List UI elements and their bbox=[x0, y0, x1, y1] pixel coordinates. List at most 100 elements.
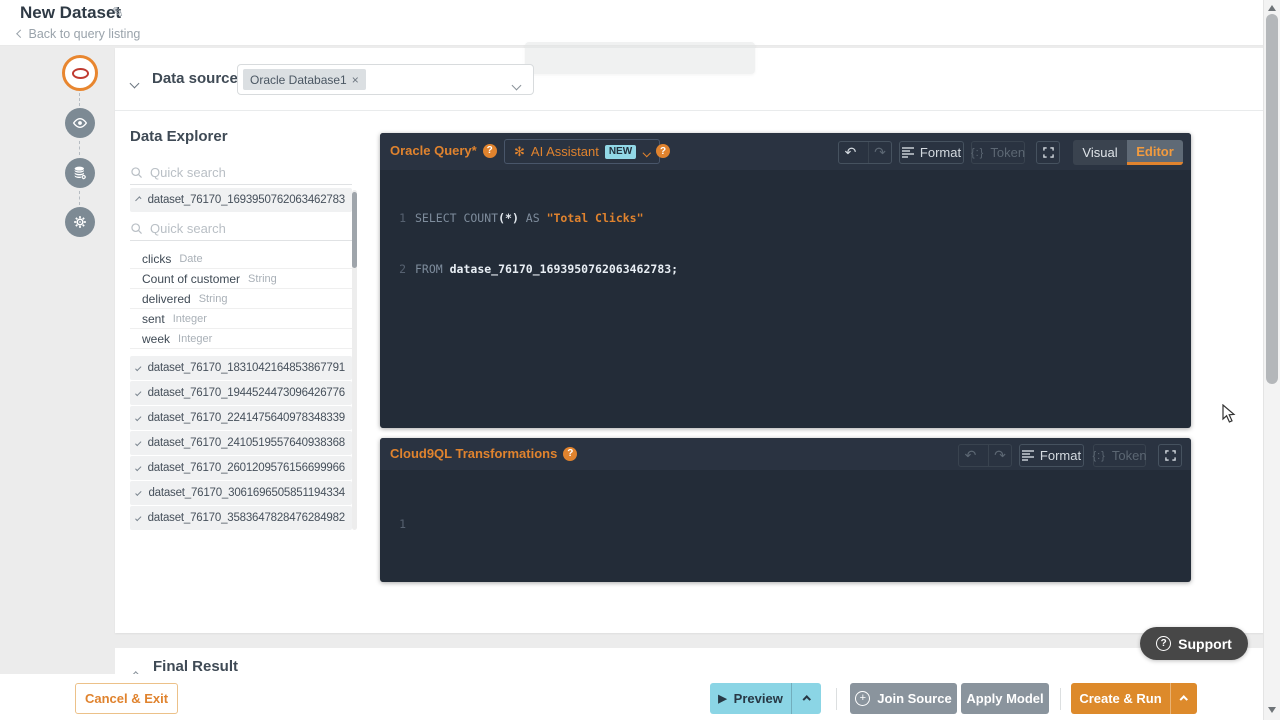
data-source-dropdown[interactable]: Oracle Database1 × bbox=[237, 64, 534, 95]
c9ql-editor[interactable]: 1 bbox=[380, 482, 1191, 567]
tab-editor[interactable]: Editor bbox=[1127, 140, 1183, 165]
dataset-item-expanded[interactable]: dataset_76170_1693950762063462783 bbox=[130, 188, 352, 212]
dataset-item-collapsed[interactable]: dataset_76170_3061696505851194334 bbox=[130, 481, 352, 505]
support-label: Support bbox=[1178, 636, 1232, 652]
new-badge: NEW bbox=[605, 145, 636, 159]
field-row[interactable]: Count of customer String bbox=[130, 269, 352, 289]
help-icon[interactable]: ? bbox=[563, 447, 577, 461]
back-to-query-listing-link[interactable]: Back to query listing bbox=[18, 27, 140, 41]
chevron-down-icon bbox=[135, 465, 141, 471]
dataset-name: dataset_76170_3061696505851194334 bbox=[148, 487, 345, 499]
footer-bar: Cancel & Exit ▶ Preview + Join Source Ap… bbox=[0, 674, 1280, 720]
sql-editor[interactable]: 1 SELECT COUNT(*) AS "Total Clicks" 2 FR… bbox=[380, 176, 1191, 312]
database-settings-icon bbox=[72, 165, 88, 181]
step-transform-icon[interactable] bbox=[65, 158, 95, 188]
dataset-item-collapsed[interactable]: dataset_76170_1831042164853867791 bbox=[130, 356, 352, 380]
create-run-options-button[interactable] bbox=[1170, 683, 1197, 714]
field-name: delivered bbox=[142, 292, 191, 306]
dataset-item-collapsed[interactable]: dataset_76170_2241475640978348339 bbox=[130, 406, 352, 430]
chevron-up-icon bbox=[803, 696, 811, 704]
dataset-name: dataset_76170_2241475640978348339 bbox=[148, 412, 345, 424]
apply-model-button[interactable]: Apply Model bbox=[961, 683, 1049, 714]
join-source-label: Join Source bbox=[877, 691, 951, 706]
sql-line: 2 FROM datase_76170_1693950762063462783; bbox=[380, 261, 1191, 278]
data-source-label: Data source bbox=[152, 70, 238, 87]
scrollbar-up-arrow[interactable] bbox=[1268, 5, 1276, 11]
format-lines-icon bbox=[902, 147, 914, 158]
format-button[interactable]: Format bbox=[1019, 444, 1084, 467]
chevron-down-icon bbox=[644, 143, 650, 161]
field-name: clicks bbox=[142, 252, 171, 266]
cloud9ql-title: Cloud9QL Transformations ? bbox=[390, 446, 577, 461]
cancel-exit-button[interactable]: Cancel & Exit bbox=[75, 683, 178, 714]
dataset-item-collapsed[interactable]: dataset_76170_3583647828476284982 bbox=[130, 506, 352, 530]
chevron-up-icon bbox=[1180, 696, 1188, 704]
token-button: {:} Token bbox=[1093, 444, 1146, 467]
token-button: {:} Token bbox=[971, 141, 1025, 164]
field-row[interactable]: clicks Date bbox=[130, 249, 352, 269]
data-source-chip[interactable]: Oracle Database1 × bbox=[243, 69, 366, 90]
scrollbar-down-arrow[interactable] bbox=[1268, 707, 1276, 713]
edit-title-icon[interactable]: ✎ bbox=[112, 4, 124, 21]
stepper-connector bbox=[79, 93, 80, 106]
scrollbar-thumb[interactable] bbox=[1266, 14, 1278, 384]
step-datasource-oracle-icon[interactable] bbox=[62, 55, 98, 91]
tab-visual[interactable]: Visual bbox=[1073, 140, 1127, 165]
back-link-label: Back to query listing bbox=[29, 27, 141, 41]
dataset-name: dataset_76170_2410519557640938368 bbox=[148, 437, 345, 449]
step-preview-icon[interactable] bbox=[65, 108, 95, 138]
field-row[interactable]: sent Integer bbox=[130, 309, 352, 329]
help-icon[interactable]: ? bbox=[483, 144, 497, 158]
preview-label: Preview bbox=[734, 691, 783, 706]
chip-remove-icon[interactable]: × bbox=[352, 73, 359, 87]
gear-icon bbox=[72, 214, 88, 230]
dataset-name: dataset_76170_3583647828476284982 bbox=[148, 512, 345, 524]
dataset-item-collapsed[interactable]: dataset_76170_2410519557640938368 bbox=[130, 431, 352, 455]
oracle-query-title: Oracle Query* ? bbox=[390, 143, 497, 158]
preview-options-button[interactable] bbox=[791, 683, 821, 714]
data-source-chip-label: Oracle Database1 bbox=[250, 73, 347, 87]
tree-scrollbar-thumb[interactable] bbox=[352, 192, 357, 268]
footer-divider bbox=[836, 688, 837, 710]
redo-button: ↷ bbox=[868, 142, 891, 163]
openai-icon: ✻ bbox=[514, 144, 525, 160]
chevron-down-icon bbox=[136, 490, 142, 496]
support-button[interactable]: ? Support bbox=[1140, 627, 1248, 660]
chevron-down-icon bbox=[135, 440, 141, 446]
token-label: Token bbox=[990, 145, 1025, 160]
line-number: 2 bbox=[390, 261, 406, 278]
help-icon[interactable]: ? bbox=[656, 144, 670, 158]
undo-button[interactable]: ↶ bbox=[839, 142, 862, 163]
format-button[interactable]: Format bbox=[899, 141, 964, 164]
tree-scrollbar-track[interactable] bbox=[352, 190, 357, 530]
field-name: week bbox=[142, 332, 170, 346]
dataset-field-search bbox=[130, 217, 352, 241]
token-label: Token bbox=[1112, 448, 1147, 463]
create-run-button[interactable]: Create & Run bbox=[1071, 683, 1170, 714]
apply-model-label: Apply Model bbox=[966, 691, 1043, 706]
step-settings-icon[interactable] bbox=[65, 207, 95, 237]
dataset-item-collapsed[interactable]: dataset_76170_1944524473096426776 bbox=[130, 381, 352, 405]
field-row[interactable]: delivered String bbox=[130, 289, 352, 309]
dataset-item-collapsed[interactable]: dataset_76170_2601209576156699966 bbox=[130, 456, 352, 480]
format-label: Format bbox=[920, 145, 961, 160]
undo-button: ↶ bbox=[959, 445, 982, 466]
dataset-tree: dataset_76170_1693950762063462783 clicks… bbox=[130, 188, 352, 531]
expand-button[interactable] bbox=[1158, 444, 1182, 467]
page-scrollbar[interactable] bbox=[1263, 0, 1280, 720]
data-source-collapse-icon[interactable] bbox=[131, 74, 138, 92]
search-icon bbox=[130, 166, 143, 179]
dataset-field-search-input[interactable] bbox=[150, 221, 330, 236]
final-result-label: Final Result bbox=[153, 658, 238, 675]
expand-button[interactable] bbox=[1036, 141, 1060, 164]
search-icon bbox=[130, 222, 143, 235]
dataset-name: dataset_76170_1693950762063462783 bbox=[148, 194, 345, 206]
preview-button[interactable]: ▶ Preview bbox=[710, 683, 791, 714]
ai-assistant-button[interactable]: ✻ AI Assistant NEW bbox=[504, 139, 660, 164]
undo-redo-group: ↶ ↷ bbox=[958, 444, 1012, 467]
field-row[interactable]: week Integer bbox=[130, 329, 352, 349]
stepper-connector bbox=[79, 141, 80, 155]
redo-button: ↷ bbox=[988, 445, 1011, 466]
explorer-search-input[interactable] bbox=[150, 165, 330, 180]
join-source-button[interactable]: + Join Source bbox=[850, 683, 957, 714]
